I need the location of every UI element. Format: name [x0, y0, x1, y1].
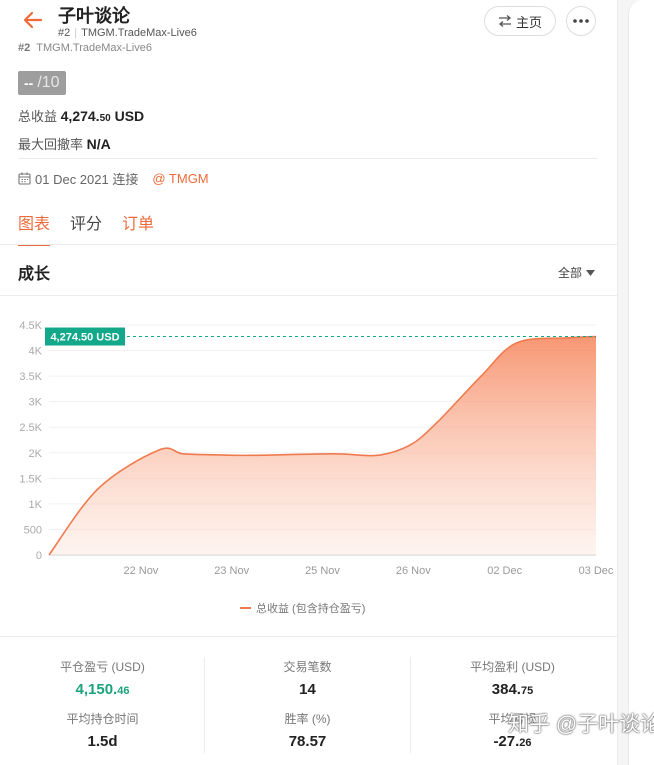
- watermark-text: 知乎 @子叶谈论: [508, 713, 654, 736]
- x-tick-label: 26 Nov: [396, 565, 431, 577]
- account-peek: #2 TMGM.TradeMax-Live6: [18, 42, 152, 54]
- caret-down-icon: [586, 269, 596, 276]
- stat-label: 平仓盈亏 (USD): [60, 660, 145, 674]
- more-button[interactable]: [566, 6, 596, 36]
- tab-divider: [0, 244, 617, 245]
- more-dots-icon: [573, 19, 589, 23]
- growth-area: [49, 336, 596, 555]
- max-drawdown-label: 最大回撤率: [18, 137, 84, 152]
- stat-value: 384.75: [410, 681, 615, 698]
- stat-label: 胜率 (%): [284, 712, 331, 726]
- x-tick-label: 22 Nov: [123, 565, 158, 577]
- range-select[interactable]: 全部: [558, 264, 596, 281]
- legend-label: 总收益 (包含持仓盈亏): [256, 601, 365, 615]
- separator: |: [74, 27, 78, 39]
- score-badge: -- /10: [18, 71, 66, 95]
- max-drawdown-value: N/A: [86, 136, 111, 152]
- x-tick-label: 23 Nov: [214, 565, 249, 577]
- stat-value: 78.57: [205, 733, 410, 750]
- swap-icon: [498, 15, 511, 27]
- stat-win-rate: 胜率 (%) 78.57: [205, 710, 410, 750]
- y-tick-label: 2K: [29, 448, 43, 460]
- peek-rank: #2: [18, 42, 31, 54]
- y-tick-label: 0: [36, 550, 42, 562]
- back-button[interactable]: [22, 9, 44, 31]
- stat-value-dec: 75: [520, 685, 534, 697]
- y-tick-label: 4.5K: [19, 320, 42, 332]
- stat-label: 平均持仓时间: [66, 712, 139, 726]
- x-tick-label: 03 Dec: [579, 565, 614, 577]
- stat-avg-profit: 平均盈利 (USD) 384.75: [410, 658, 615, 698]
- connection-info: 01 Dec 2021 连接 @ TMGM: [18, 169, 209, 188]
- score-denominator: /10: [37, 74, 60, 91]
- broker-link[interactable]: @ TMGM: [152, 171, 208, 186]
- total-profit-value: 4,274.50 USD: [61, 108, 145, 124]
- total-profit-currency: USD: [114, 108, 145, 124]
- account-text: TMGM.TradeMax-Live6: [81, 27, 197, 39]
- home-button[interactable]: 主页: [484, 6, 556, 36]
- y-tick-label: 1K: [29, 499, 43, 511]
- stat-value: 4,150.46: [0, 681, 205, 698]
- x-tick-label: 25 Nov: [305, 565, 340, 577]
- y-tick-label: 500: [24, 524, 42, 536]
- y-tick-label: 4K: [29, 346, 43, 358]
- stat-closed-pnl: 平仓盈亏 (USD) 4,150.46: [0, 658, 205, 698]
- home-button-label: 主页: [515, 14, 542, 30]
- total-profit-dec: 50: [99, 113, 111, 124]
- account-subtitle: #2 | TMGM.TradeMax-Live6: [58, 27, 197, 39]
- connection-date: 01 Dec 2021 连接: [35, 172, 139, 187]
- y-tick-label: 1.5K: [19, 473, 42, 485]
- range-select-label: 全部: [558, 266, 583, 280]
- main-panel: 子叶谈论 #2 | TMGM.TradeMax-Live6 主页 #2 TMGM.Tr…: [0, 0, 617, 765]
- stat-value-dec: 46: [117, 685, 130, 697]
- tab-bar: 图表 评分 订单: [18, 210, 154, 246]
- growth-title: 成长: [18, 266, 51, 283]
- current-value-label: 4,274.50 USD: [50, 332, 119, 344]
- y-tick-label: 3K: [29, 397, 43, 409]
- calendar-icon: [18, 172, 31, 185]
- divider: [18, 158, 598, 159]
- stat-value-int: 78.57: [288, 733, 327, 750]
- tab-orders[interactable]: 订单: [122, 210, 154, 246]
- stat-label: 平均盈利 (USD): [470, 660, 555, 674]
- section-divider: [0, 295, 617, 296]
- stat-value-int: 4,150.: [75, 681, 118, 698]
- page-title: 子叶谈论: [58, 6, 130, 26]
- stat-trade-count: 交易笔数 14: [205, 658, 410, 698]
- arrow-left-icon: [23, 11, 43, 29]
- max-drawdown-row: 最大回撤率 N/A: [18, 134, 111, 153]
- stat-value: 1.5d: [0, 733, 205, 750]
- total-profit-row: 总收益 4,274.50 USD: [18, 106, 144, 125]
- stat-value-dec: 26: [519, 737, 532, 749]
- stat-avg-hold-time: 平均持仓时间 1.5d: [0, 710, 205, 750]
- total-profit-int: 4,274.: [60, 108, 100, 124]
- stat-value-int: 14: [299, 681, 316, 698]
- rank-text: #2: [58, 27, 71, 39]
- stat-value-int: 384.: [491, 681, 521, 698]
- tab-rating[interactable]: 评分: [70, 210, 102, 246]
- tab-chart[interactable]: 图表: [18, 210, 51, 246]
- total-profit-label: 总收益: [18, 109, 58, 124]
- side-card: [628, 0, 654, 765]
- y-tick-label: 3.5K: [19, 371, 42, 383]
- stat-label: 交易笔数: [283, 660, 332, 674]
- x-tick-label: 02 Dec: [487, 565, 522, 577]
- top-bar: 子叶谈论 #2 | TMGM.TradeMax-Live6 主页: [0, 0, 617, 44]
- peek-account: TMGM.TradeMax-Live6: [36, 42, 152, 54]
- stat-value: 14: [205, 681, 410, 698]
- score-value: --: [24, 75, 34, 91]
- y-tick-label: 2.5K: [19, 422, 42, 434]
- growth-chart: 0 500 1K 1.5K 2K 2.5K 3K 3.5K 4K 4.5K 4,274.50 USD…: [19, 320, 614, 615]
- stat-value-int: 1.5d: [87, 733, 118, 750]
